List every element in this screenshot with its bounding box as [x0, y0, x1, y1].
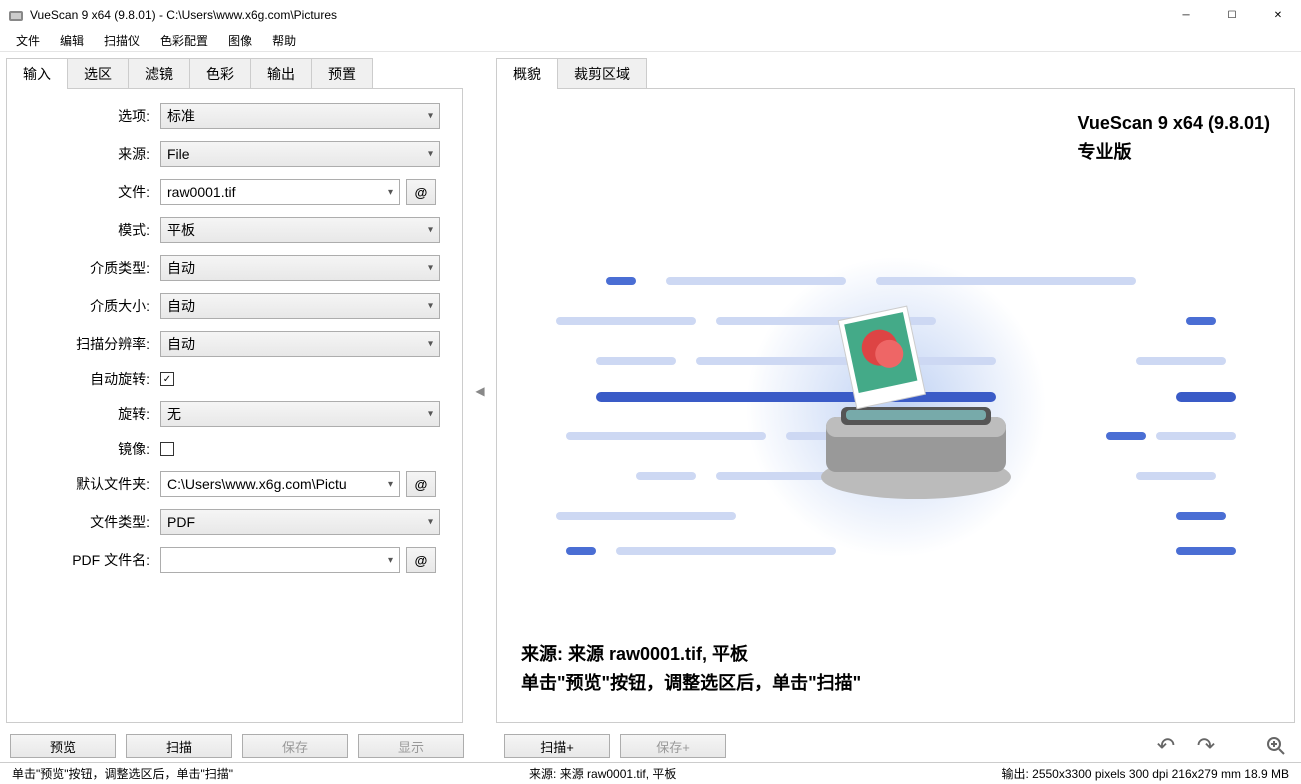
- tab-preset[interactable]: 预置: [311, 58, 373, 89]
- preview-area: VueScan 9 x64 (9.8.01) 专业版: [496, 88, 1295, 723]
- default-folder-label: 默认文件夹:: [19, 474, 154, 494]
- scanner-illustration: [521, 194, 1270, 620]
- right-tabs: 概貌 裁剪区域: [496, 58, 1295, 89]
- rotate-label: 旋转:: [19, 404, 154, 424]
- app-icon: [8, 7, 24, 23]
- tab-color[interactable]: 色彩: [189, 58, 251, 89]
- file-input[interactable]: raw0001.tif▾: [160, 179, 400, 205]
- tab-filter[interactable]: 滤镜: [128, 58, 190, 89]
- pdf-name-button[interactable]: @: [406, 547, 436, 573]
- preview-hint-text: 单击"预览"按钮，调整选区后，单击"扫描": [521, 669, 1270, 698]
- default-folder-input[interactable]: C:\Users\www.x6g.com\Pictu▾: [160, 471, 400, 497]
- chevron-down-icon: ▾: [428, 149, 433, 160]
- folder-browse-button[interactable]: @: [406, 471, 436, 497]
- window-title: VueScan 9 x64 (9.8.01) - C:\Users\www.x6…: [30, 8, 1163, 22]
- pdf-name-label: PDF 文件名:: [19, 550, 154, 570]
- source-combo[interactable]: File▾: [160, 141, 440, 167]
- scan-plus-button[interactable]: 扫描+: [504, 734, 610, 758]
- chevron-down-icon: ▾: [428, 339, 433, 350]
- pdf-name-input[interactable]: ▾: [160, 547, 400, 573]
- scan-button[interactable]: 扫描: [126, 734, 232, 758]
- redo-button[interactable]: ↷: [1191, 734, 1221, 758]
- rotate-combo[interactable]: 无▾: [160, 401, 440, 427]
- tab-input[interactable]: 输入: [6, 58, 68, 89]
- file-type-combo[interactable]: PDF▾: [160, 509, 440, 535]
- preview-source-text: 来源: 来源 raw0001.tif, 平板: [521, 640, 1270, 669]
- status-source: 来源: 来源 raw0001.tif, 平板: [521, 765, 684, 782]
- status-hint: 单击"预览"按钮，调整选区后，单击"扫描": [4, 765, 241, 782]
- media-size-combo[interactable]: 自动▾: [160, 293, 440, 319]
- chevron-down-icon: ▾: [428, 225, 433, 236]
- mode-combo[interactable]: 平板▾: [160, 217, 440, 243]
- scan-res-combo[interactable]: 自动▾: [160, 331, 440, 357]
- file-browse-button[interactable]: @: [406, 179, 436, 205]
- menu-file[interactable]: 文件: [8, 30, 48, 51]
- menubar: 文件 编辑 扫描仪 色彩配置 图像 帮助: [0, 30, 1301, 52]
- chevron-down-icon: ▾: [388, 479, 393, 490]
- close-button[interactable]: ✕: [1255, 0, 1301, 30]
- mode-label: 模式:: [19, 220, 154, 240]
- preview-title: VueScan 9 x64 (9.8.01): [1078, 113, 1270, 134]
- maximize-button[interactable]: ☐: [1209, 0, 1255, 30]
- chevron-down-icon: ▾: [428, 111, 433, 122]
- source-label: 来源:: [19, 144, 154, 164]
- minimize-button[interactable]: ─: [1163, 0, 1209, 30]
- menu-edit[interactable]: 编辑: [52, 30, 92, 51]
- splitter[interactable]: ◀: [470, 52, 490, 730]
- mirror-checkbox[interactable]: [160, 442, 174, 456]
- tab-selection[interactable]: 选区: [67, 58, 129, 89]
- preview-button[interactable]: 预览: [10, 734, 116, 758]
- menu-scanner[interactable]: 扫描仪: [96, 30, 148, 51]
- chevron-down-icon: ▾: [428, 301, 433, 312]
- undo-button[interactable]: ↶: [1151, 734, 1181, 758]
- options-label: 选项:: [19, 106, 154, 126]
- status-output: 输出: 2550x3300 pixels 300 dpi 216x279 mm …: [993, 765, 1297, 782]
- tab-output[interactable]: 输出: [250, 58, 312, 89]
- options-combo[interactable]: 标准▾: [160, 103, 440, 129]
- mirror-label: 镜像:: [19, 439, 154, 459]
- right-panel: 概貌 裁剪区域 VueScan 9 x64 (9.8.01) 专业版: [490, 52, 1301, 730]
- menu-color[interactable]: 色彩配置: [152, 30, 216, 51]
- file-type-label: 文件类型:: [19, 512, 154, 532]
- media-type-combo[interactable]: 自动▾: [160, 255, 440, 281]
- chevron-down-icon: ▾: [428, 263, 433, 274]
- media-size-label: 介质大小:: [19, 296, 154, 316]
- tab-crop[interactable]: 裁剪区域: [557, 58, 647, 89]
- chevron-down-icon: ▾: [428, 409, 433, 420]
- save-button[interactable]: 保存: [242, 734, 348, 758]
- save-plus-button[interactable]: 保存+: [620, 734, 726, 758]
- file-label: 文件:: [19, 182, 154, 202]
- scan-res-label: 扫描分辨率:: [19, 334, 154, 354]
- preview-subtitle: 专业版: [1078, 138, 1270, 164]
- media-type-label: 介质类型:: [19, 258, 154, 278]
- auto-rotate-checkbox[interactable]: ✓: [160, 372, 174, 386]
- titlebar: VueScan 9 x64 (9.8.01) - C:\Users\www.x6…: [0, 0, 1301, 30]
- chevron-down-icon: ▾: [388, 555, 393, 566]
- menu-image[interactable]: 图像: [220, 30, 260, 51]
- bottom-toolbar: 预览 扫描 保存 显示 扫描+ 保存+ ↶ ↷: [0, 730, 1301, 762]
- tab-overview[interactable]: 概貌: [496, 58, 558, 89]
- input-form: 选项: 标准▾ 来源: File▾ 文件: raw0001.tif▾ @ 模式:…: [6, 88, 463, 723]
- zoom-button[interactable]: [1261, 734, 1291, 758]
- display-button[interactable]: 显示: [358, 734, 464, 758]
- statusbar: 单击"预览"按钮，调整选区后，单击"扫描" 来源: 来源 raw0001.tif…: [0, 762, 1301, 784]
- chevron-down-icon: ▾: [428, 517, 433, 528]
- chevron-down-icon: ▾: [388, 187, 393, 198]
- menu-help[interactable]: 帮助: [264, 30, 304, 51]
- left-tabs: 输入 选区 滤镜 色彩 输出 预置: [6, 58, 463, 89]
- auto-rotate-label: 自动旋转:: [19, 369, 154, 389]
- left-panel: 输入 选区 滤镜 色彩 输出 预置 选项: 标准▾ 来源: File▾ 文件: …: [0, 52, 470, 730]
